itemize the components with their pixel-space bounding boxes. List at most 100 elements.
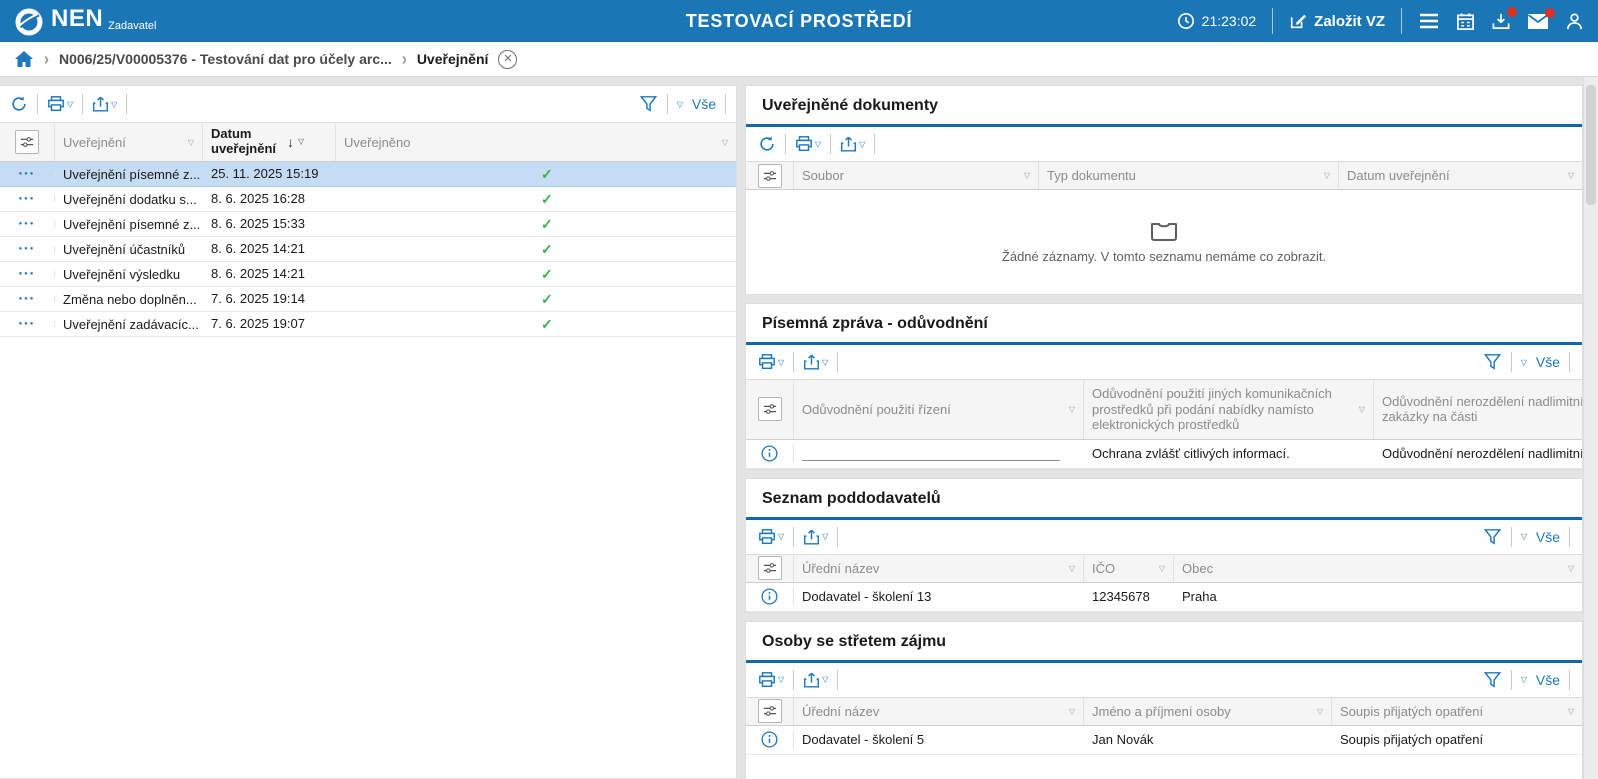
column-header-city[interactable]: Obec ▽	[1174, 555, 1582, 582]
column-filter-icon[interactable]: ▽	[1159, 564, 1165, 573]
column-chooser-button[interactable]	[757, 556, 782, 581]
column-filter-icon[interactable]: ▽	[1024, 171, 1030, 180]
row-menu-icon[interactable]: ●●●	[19, 296, 36, 302]
create-vz-button[interactable]: Založit VZ	[1289, 12, 1385, 30]
export-dropdown-icon[interactable]: ▽	[822, 532, 828, 541]
print-dropdown-icon[interactable]: ▽	[815, 140, 821, 149]
filter-button[interactable]	[1483, 671, 1502, 689]
view-all-link[interactable]: Vše	[1536, 672, 1560, 688]
filter-button[interactable]	[639, 95, 658, 113]
print-dropdown-icon[interactable]: ▽	[778, 358, 784, 367]
export-button[interactable]: ▽	[840, 135, 865, 153]
publication-row[interactable]: ●●● Uveřejnění zadávacíc... 7. 6. 2025 1…	[0, 312, 736, 337]
row-menu-icon[interactable]: ●●●	[19, 221, 36, 227]
row-menu-icon[interactable]: ●●●	[19, 271, 36, 277]
column-filter-icon[interactable]: ▽	[1317, 707, 1323, 716]
export-dropdown-icon[interactable]: ▽	[822, 358, 828, 367]
menu-button[interactable]	[1418, 12, 1440, 30]
sort-desc-icon[interactable]: ↓	[287, 134, 294, 150]
print-dropdown-icon[interactable]: ▽	[778, 675, 784, 684]
export-dropdown-icon[interactable]: ▽	[859, 140, 865, 149]
column-filter-icon[interactable]: ▽	[722, 138, 728, 147]
column-header-file[interactable]: Soubor ▽	[794, 162, 1039, 189]
conflict-person-row[interactable]: Dodavatel - školení 5 Jan Novák Soupis p…	[746, 726, 1582, 755]
column-header-official-name[interactable]: Úřední název ▽	[794, 554, 1084, 582]
column-chooser-button[interactable]	[15, 130, 39, 154]
print-button[interactable]: ▽	[758, 671, 784, 689]
print-button[interactable]: ▽	[47, 95, 73, 113]
print-dropdown-icon[interactable]: ▽	[67, 100, 73, 109]
column-filter-icon[interactable]: ▽	[298, 137, 304, 146]
scrollbar-thumb[interactable]	[1586, 85, 1596, 205]
profile-button[interactable]	[1565, 12, 1584, 31]
view-dropdown-icon[interactable]: ▽	[1521, 532, 1527, 541]
breadcrumb-item-contract[interactable]: N006/25/V00005376 - Testování dat pro úč…	[59, 51, 392, 67]
print-dropdown-icon[interactable]: ▽	[778, 532, 784, 541]
column-header-measures[interactable]: Soupis přijatých opatření ▽	[1332, 698, 1582, 725]
column-header-publication[interactable]: Uveřejnění ▽	[55, 123, 203, 161]
row-menu-icon[interactable]: ●●●	[19, 321, 36, 327]
app-logo[interactable]: NEN Zadavatel	[14, 5, 156, 37]
print-button[interactable]: ▽	[758, 353, 784, 371]
column-header-person[interactable]: Jméno a příjmení osoby ▽	[1084, 697, 1332, 725]
view-dropdown-icon[interactable]: ▽	[1521, 675, 1527, 684]
row-menu-icon[interactable]: ●●●	[19, 196, 36, 202]
refresh-button[interactable]	[10, 95, 28, 113]
export-dropdown-icon[interactable]: ▽	[822, 675, 828, 684]
report-row[interactable]: Ochrana zvlášť citlivých informací. Odův…	[746, 440, 1582, 469]
column-header-reason-communication[interactable]: Odůvodnění použití jiných komunikačních …	[1084, 380, 1374, 439]
publication-row[interactable]: ●●● Uveřejnění písemné z... 25. 11. 2025…	[0, 162, 736, 187]
subcontractor-row[interactable]: Dodavatel - školení 13 12345678 Praha	[746, 583, 1582, 612]
messages-button[interactable]	[1527, 7, 1555, 30]
filter-button[interactable]	[1483, 353, 1502, 371]
column-header-reason-division[interactable]: Odůvodnění nerozdělení nadlimitní veřejn…	[1374, 380, 1582, 439]
column-filter-icon[interactable]: ▽	[1568, 564, 1574, 573]
column-filter-icon[interactable]: ▽	[1069, 564, 1075, 573]
export-button[interactable]: ▽	[803, 671, 828, 689]
scrollbar[interactable]	[1583, 77, 1598, 779]
column-header-ico[interactable]: IČO ▽	[1084, 554, 1174, 582]
export-button[interactable]: ▽	[92, 95, 117, 113]
column-filter-icon[interactable]: ▽	[1069, 707, 1075, 716]
print-button[interactable]: ▽	[795, 135, 821, 153]
column-header-doc-type[interactable]: Typ dokumentu ▽	[1039, 162, 1339, 189]
info-icon[interactable]	[761, 445, 778, 462]
column-header-reason-procedure[interactable]: Odůvodnění použití řízení ▽	[794, 380, 1084, 439]
column-chooser-button[interactable]	[757, 397, 782, 422]
refresh-button[interactable]	[758, 135, 776, 153]
column-filter-icon[interactable]: ▽	[1324, 171, 1330, 180]
view-dropdown-icon[interactable]: ▽	[1521, 358, 1527, 367]
column-header-official-name[interactable]: Úřední název ▽	[794, 697, 1084, 725]
breadcrumb-item-current[interactable]: Uveřejnění	[417, 51, 489, 67]
column-header-date[interactable]: Datum uveřejnění ↓ ▽	[203, 123, 336, 161]
export-button[interactable]: ▽	[803, 353, 828, 371]
column-filter-icon[interactable]: ▽	[1069, 405, 1075, 414]
column-filter-icon[interactable]: ▽	[1568, 707, 1574, 716]
publication-row[interactable]: ●●● Uveřejnění výsledku 8. 6. 2025 14:21…	[0, 262, 736, 287]
column-chooser-button[interactable]	[757, 163, 782, 188]
print-button[interactable]: ▽	[758, 528, 784, 546]
close-tab-icon[interactable]: ✕	[498, 49, 518, 69]
export-button[interactable]: ▽	[803, 528, 828, 546]
export-dropdown-icon[interactable]: ▽	[111, 100, 117, 109]
column-chooser-button[interactable]	[757, 699, 782, 724]
column-filter-icon[interactable]: ▽	[188, 138, 194, 147]
column-header-published[interactable]: Uveřejněno ▽	[336, 123, 736, 161]
view-all-link[interactable]: Vše	[1536, 354, 1560, 370]
column-filter-icon[interactable]: ▽	[1359, 405, 1365, 415]
column-header-pub-date[interactable]: Datum uveřejnění ▽	[1339, 162, 1582, 189]
publication-row[interactable]: ●●● Uveřejnění dodatku s... 8. 6. 2025 1…	[0, 187, 736, 212]
info-icon[interactable]	[761, 731, 778, 748]
row-menu-icon[interactable]: ●●●	[19, 171, 36, 177]
publication-row[interactable]: ●●● Změna nebo doplněn... 7. 6. 2025 19:…	[0, 287, 736, 312]
column-filter-icon[interactable]: ▽	[1568, 171, 1574, 180]
downloads-button[interactable]	[1491, 6, 1517, 31]
calendar-button[interactable]	[1456, 12, 1475, 31]
publication-row[interactable]: ●●● Uveřejnění písemné z... 8. 6. 2025 1…	[0, 212, 736, 237]
info-icon[interactable]	[761, 588, 778, 605]
publication-row[interactable]: ●●● Uveřejnění účastníků 8. 6. 2025 14:2…	[0, 237, 736, 262]
view-all-link[interactable]: Vše	[692, 96, 716, 112]
row-menu-icon[interactable]: ●●●	[19, 246, 36, 252]
filter-button[interactable]	[1483, 528, 1502, 546]
home-icon[interactable]	[14, 50, 34, 68]
